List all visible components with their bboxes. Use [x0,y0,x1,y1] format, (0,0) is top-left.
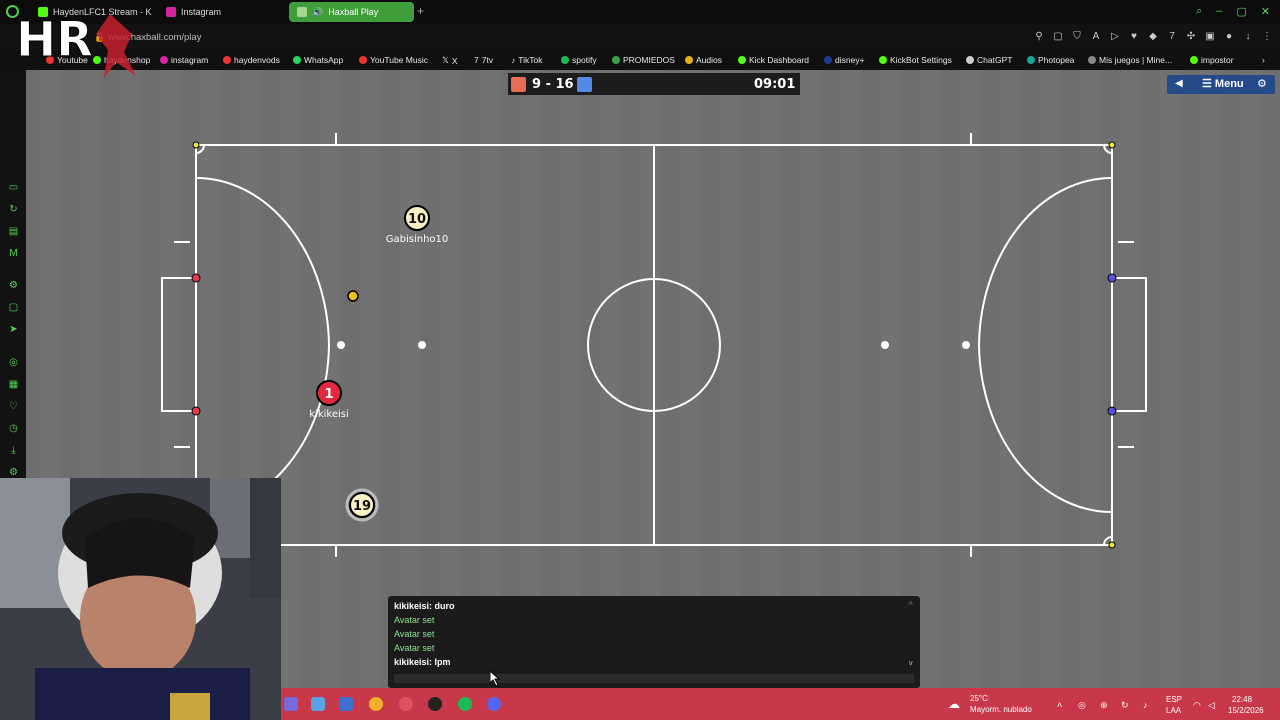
mouse-cursor-icon [490,671,501,687]
weather-icon[interactable]: ☁ [948,697,960,711]
obs-icon[interactable] [428,697,442,711]
player-name: Gabisinho10 [385,234,449,245]
volume-icon[interactable]: ◁ [1208,700,1215,711]
chat-message: Avatar set [394,643,435,653]
menu-button[interactable]: ☰ Menu [1202,77,1244,90]
penalty-spot [962,341,970,349]
sound-icon[interactable]: ◀ [1175,78,1183,89]
red-team-badge [511,77,526,92]
corner-post [1108,141,1116,149]
player-number: 19 [353,499,371,514]
chat-input[interactable] [394,674,914,683]
chat-message: kikikeisi: duro [394,601,455,611]
tray-icon[interactable]: ◎ [1078,700,1086,711]
player-number: 1 [324,387,333,402]
player-10: 10 [404,205,430,231]
penalty-spot [418,341,426,349]
teams-icon[interactable] [284,697,298,711]
penalty-spot [337,341,345,349]
spotify-icon[interactable] [458,697,472,711]
discord-icon[interactable] [487,697,501,711]
webcam-overlay [0,478,281,720]
chevron-down-icon[interactable]: ˅ [908,659,913,668]
microphone-icon[interactable]: ♪ [1143,700,1148,710]
corner-post [1108,541,1116,549]
opera-icon[interactable] [399,697,413,711]
player-name: kikikeisi [309,409,349,420]
goal-post-blue [1107,273,1117,283]
goal-post-red [191,273,201,283]
tray-icon[interactable]: ↻ [1121,700,1129,711]
svg-text:HR: HR [16,12,93,68]
weather-description: Mayorm. nublado [970,705,1032,714]
menu-label: Menu [1214,78,1244,90]
chat-message: Avatar set [394,615,435,625]
chrome-icon[interactable] [369,697,383,711]
player-number: 10 [408,212,426,227]
goal-post-red [191,406,201,416]
blue-team-badge [577,77,592,92]
goal-post-blue [1107,406,1117,416]
app-icon[interactable] [339,697,353,711]
player-19: 19 [345,488,379,522]
score: 9 - 16 [532,77,574,92]
file-explorer-icon[interactable] [311,697,325,711]
language[interactable]: ESP [1166,695,1182,704]
webcam-image [0,478,281,720]
taskbar [281,688,1280,720]
player-1: 1 [316,380,342,406]
chevron-up-icon[interactable]: ˄ [1057,700,1062,710]
wifi-icon[interactable]: ◠ [1193,700,1201,711]
clock-date[interactable]: 15/2/2026 [1228,706,1264,715]
clock-time[interactable]: 22:48 [1232,695,1252,704]
weather-temperature: 25°C [970,694,988,703]
chat-panel: kikikeisi: duro Avatar set Avatar set Av… [388,596,920,688]
corner-post [192,141,200,149]
chevron-up-icon[interactable]: ˄ [908,599,913,608]
ball [347,290,359,302]
language-region[interactable]: LAA [1166,706,1181,715]
tray-icon[interactable]: ⊕ [1100,700,1108,711]
chat-message: Avatar set [394,629,435,639]
match-timer: 09:01 [754,77,796,92]
settings-icon[interactable]: ⚙ [1257,77,1267,90]
penalty-spot [881,341,889,349]
stream-logo: HR [16,12,136,78]
screen: HaydenLFC1 Stream - K Instagram 🔊 Haxbal… [0,0,1280,720]
chat-message: kikikeisi: lpm [394,657,451,667]
